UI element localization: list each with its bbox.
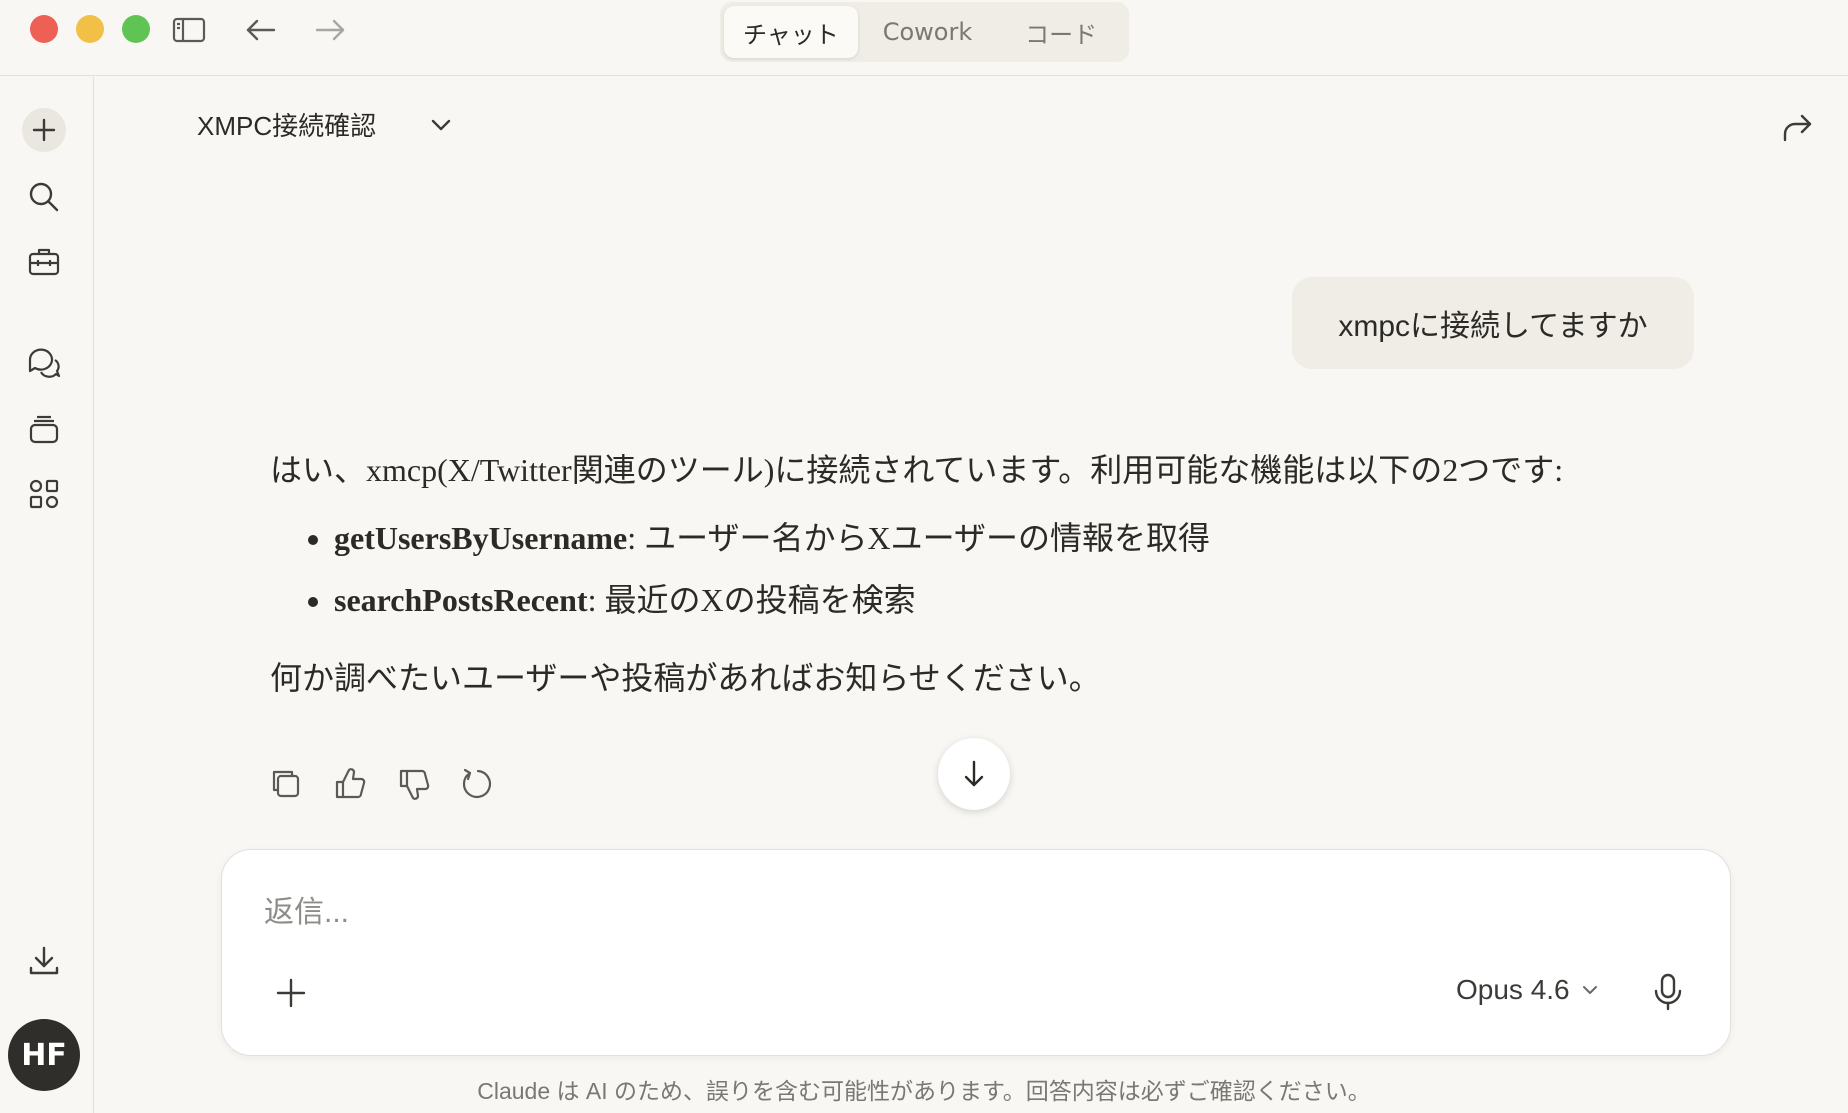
sidebar-toggle-icon[interactable]: [172, 13, 206, 47]
chats-button[interactable]: [22, 341, 66, 385]
zoom-window-button[interactable]: [122, 15, 150, 43]
shapes-icon: [29, 479, 59, 509]
scroll-to-bottom-button[interactable]: [938, 738, 1010, 810]
list-item: getUsersByUsername: ユーザー名からXユーザーの情報を取得: [334, 516, 1630, 560]
tab-code[interactable]: コード: [997, 6, 1125, 58]
minimize-window-button[interactable]: [76, 15, 104, 43]
list-item: searchPostsRecent: 最近のXの投稿を検索: [334, 578, 1630, 622]
artifacts-button[interactable]: [22, 472, 66, 516]
left-rail: HF: [0, 77, 94, 1113]
message-actions: [268, 766, 496, 802]
mode-tabs: チャット Cowork コード: [720, 2, 1129, 62]
toolbox-icon: [28, 248, 60, 276]
plus-icon: [32, 118, 56, 142]
tool-name: searchPostsRecent: [334, 582, 588, 618]
composer: Opus 4.6: [221, 849, 1731, 1056]
stack-icon: [29, 415, 59, 444]
chevron-down-icon[interactable]: [428, 112, 454, 138]
tool-name: getUsersByUsername: [334, 520, 628, 556]
plus-icon[interactable]: [274, 976, 308, 1010]
tab-chat[interactable]: チャット: [724, 6, 858, 58]
download-icon: [29, 946, 59, 975]
microphone-icon[interactable]: [1650, 972, 1686, 1012]
download-button[interactable]: [22, 939, 66, 983]
forward-arrow-icon[interactable]: [313, 13, 347, 47]
assistant-message: はい、xmcp(X/Twitter関連のツール)に接続されています。利用可能な機…: [270, 448, 1630, 700]
thumbs-down-icon[interactable]: [396, 766, 432, 802]
user-message: xmpcに接続してますか: [1292, 277, 1694, 369]
tool-desc: 最近のXの投稿を検索: [596, 582, 916, 618]
search-button[interactable]: [22, 175, 66, 219]
tools-button[interactable]: [22, 240, 66, 284]
chevron-down-icon: [1580, 980, 1600, 1000]
disclaimer: Claude は AI のため、誤りを含む可能性があります。回答内容は必ずご確認…: [477, 1078, 1371, 1104]
assistant-intro: はい、xmcp(X/Twitter関連のツール)に接続されています。利用可能な機…: [270, 452, 1564, 488]
title-bar: チャット Cowork コード: [0, 0, 1848, 76]
close-window-button[interactable]: [30, 15, 58, 43]
reply-input[interactable]: [264, 896, 1364, 930]
tool-list: getUsersByUsername: ユーザー名からXユーザーの情報を取得 s…: [270, 516, 1630, 622]
new-chat-button[interactable]: [22, 108, 66, 152]
thumbs-up-icon[interactable]: [332, 766, 368, 802]
chat-bubbles-icon: [28, 348, 61, 378]
search-icon: [29, 182, 59, 212]
retry-icon[interactable]: [460, 766, 496, 802]
conversation-title[interactable]: XMPC接続確認: [197, 106, 376, 143]
tool-desc: ユーザー名からXユーザーの情報を取得: [636, 520, 1210, 556]
model-label: Opus 4.6: [1456, 974, 1570, 1005]
tab-cowork[interactable]: Cowork: [862, 6, 994, 58]
share-icon[interactable]: [1780, 110, 1816, 146]
projects-button[interactable]: [22, 407, 66, 451]
back-arrow-icon[interactable]: [244, 13, 278, 47]
arrow-down-icon: [964, 760, 984, 787]
copy-icon[interactable]: [268, 766, 304, 802]
model-selector[interactable]: Opus 4.6: [1456, 974, 1600, 1006]
assistant-closing: 何か調べたいユーザーや投稿があればお知らせください。: [270, 660, 1101, 696]
